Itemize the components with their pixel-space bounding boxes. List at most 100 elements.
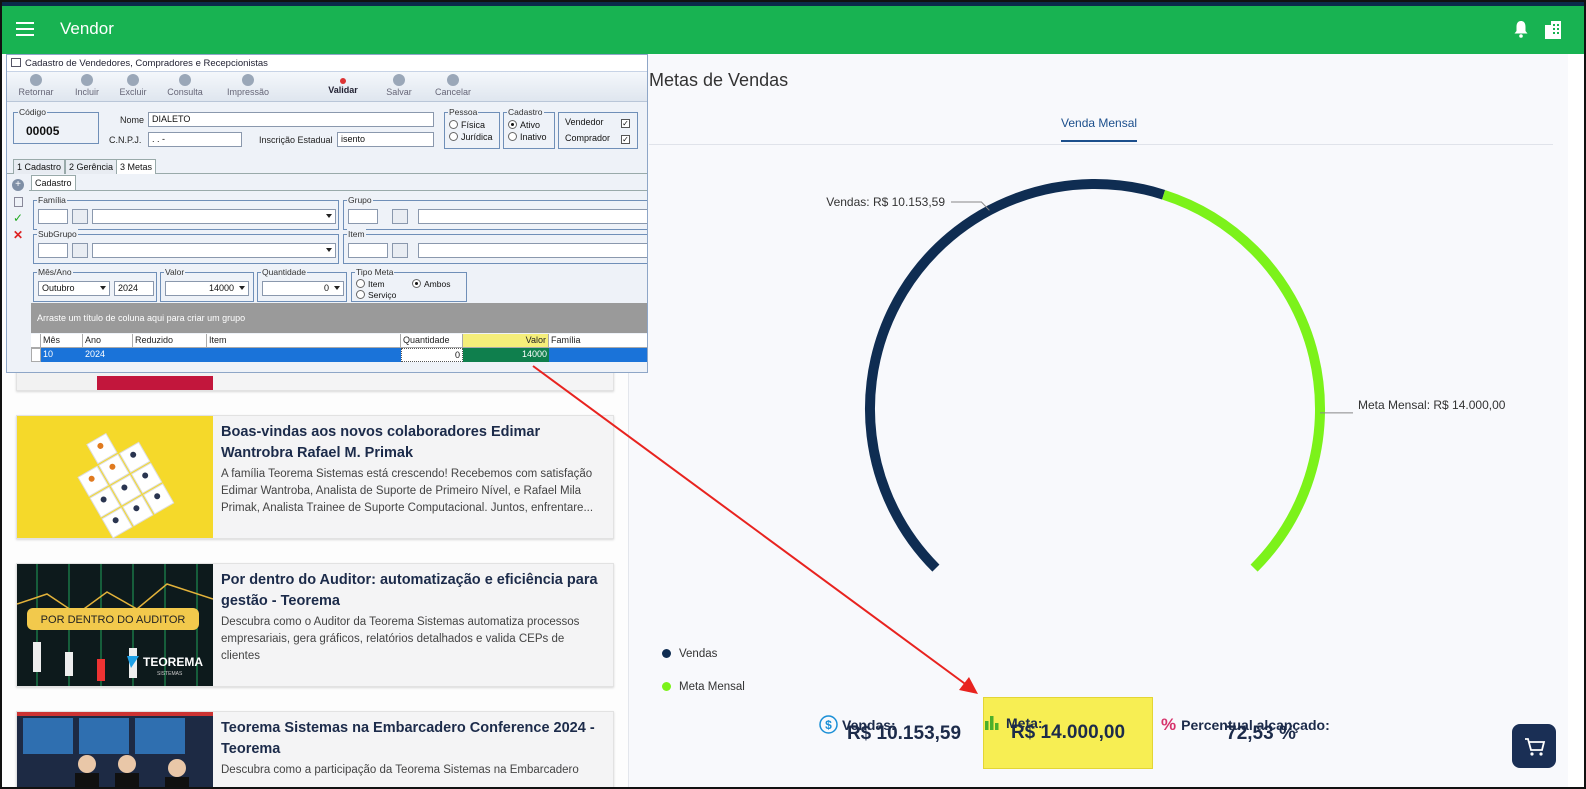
legend-item-vendas[interactable]: Vendas [662, 648, 717, 660]
grid-cell-reduzido[interactable] [133, 348, 207, 362]
toolbar-label: Validar [328, 85, 358, 95]
cadastro-caption: Cadastro [507, 107, 544, 117]
quantidade-caption: Quantidade [261, 267, 307, 277]
toolbar-label: Consulta [167, 87, 203, 97]
item-select[interactable] [418, 243, 647, 258]
subgrupo-search-button[interactable] [72, 243, 88, 258]
gauge-goal-label: Meta Mensal: R$ 14.000,00 [1358, 398, 1506, 412]
radio-inativo[interactable]: Inativo [508, 132, 547, 142]
grupo-select[interactable] [418, 209, 647, 224]
stat-vendas-label: Vendas: [842, 717, 896, 733]
grid-header-mes[interactable]: Mês [41, 334, 83, 348]
ano-stepper[interactable]: 2024 [114, 281, 154, 296]
legacy-register-window: Cadastro de Vendedores, Compradores e Re… [6, 54, 648, 373]
news-card[interactable]: Boas-vindas aos novos colaboradores Edim… [16, 415, 614, 539]
app-top-bar: Vendor [2, 2, 1584, 54]
vendedor-checkbox[interactable]: ✓ [621, 119, 630, 128]
grid-cell-mes[interactable]: 10 [41, 348, 83, 362]
news-thumbnail [17, 712, 213, 787]
toolbar-cancelar-button[interactable]: Cancelar [431, 74, 475, 97]
radio-ativo[interactable]: Ativo [508, 120, 540, 130]
subgrupo-select[interactable] [92, 243, 336, 258]
news-title[interactable]: Teorema Sistemas na Embarcadero Conferen… [221, 718, 606, 760]
check-icon[interactable]: ✓ [13, 211, 23, 225]
cart-button[interactable] [1512, 724, 1556, 768]
menu-icon[interactable] [16, 22, 34, 36]
group-by-hint: Arraste um título de coluna aqui para cr… [31, 303, 647, 333]
toolbar-impressao-button[interactable]: Impressão [221, 74, 275, 97]
legend-item-meta-mensal[interactable]: Meta Mensal [662, 681, 745, 693]
toolbar-incluir-button[interactable]: Incluir [69, 74, 105, 97]
news-card[interactable]: Teorema Sistemas na Embarcadero Conferen… [16, 711, 614, 787]
validate-icon [340, 78, 346, 84]
grid-header-valor[interactable]: Valor [463, 334, 549, 348]
grid-header-quantidade[interactable]: Quantidade [401, 334, 463, 348]
close-icon[interactable]: ✕ [13, 228, 23, 242]
pessoa-caption: Pessoa [448, 107, 479, 117]
radio-item[interactable]: Item [356, 279, 385, 289]
trash-icon[interactable] [14, 197, 23, 207]
radio-label: Ambos [424, 279, 451, 289]
grid-cell-item[interactable] [207, 348, 401, 362]
toolbar-label: Cancelar [434, 87, 472, 97]
comprador-checkbox[interactable]: ✓ [621, 135, 630, 144]
radio-label: Física [461, 120, 486, 130]
stat-label: Meta: [984, 714, 1043, 731]
building-icon[interactable] [1544, 20, 1562, 39]
ie-field[interactable]: isento [337, 132, 434, 147]
grid-header-reduzido[interactable]: Reduzido [133, 334, 207, 348]
familia-search-button[interactable] [72, 209, 88, 224]
grid-header-item[interactable]: Item [207, 334, 401, 348]
familia-code-field[interactable] [38, 209, 68, 224]
grid-cell-quantidade[interactable]: 0 [401, 348, 463, 362]
tab-gerencia[interactable]: 2 Gerência [65, 159, 118, 174]
mes-select[interactable]: Outubro [38, 281, 110, 296]
grupo-code-field[interactable] [348, 209, 378, 224]
stat-label: % Percentual alcançado: [1161, 715, 1330, 735]
quantidade-field[interactable]: 0 [262, 281, 344, 296]
grid-cell-ano[interactable]: 2024 [83, 348, 133, 362]
news-card[interactable]: POR DENTRO DO AUDITOR TEOREMA SISTEMAS P… [16, 563, 614, 687]
toolbar-consulta-button[interactable]: Consulta [163, 74, 207, 97]
news-title[interactable]: Por dentro do Auditor: automatização e e… [221, 570, 606, 612]
quantidade-group: Quantidade 0 [257, 267, 347, 302]
radio-ambos[interactable]: Ambos [412, 279, 450, 289]
news-thumbnail: POR DENTRO DO AUDITOR TEOREMA SISTEMAS [17, 564, 213, 686]
window-icon [11, 58, 21, 67]
toolbar-label: Retornar [18, 87, 54, 97]
screen: Vendor Boas-vindas aos novos colaborador… [0, 0, 1586, 789]
grid-header-ano[interactable]: Ano [83, 334, 133, 348]
nome-field[interactable]: DIALETO [148, 112, 434, 127]
radio-label: Inativo [520, 132, 547, 142]
radio-fisica[interactable]: Física [449, 120, 485, 130]
grid-row-indicator[interactable] [31, 348, 41, 362]
grupo-search-button[interactable] [392, 209, 408, 224]
toolbar-salvar-button[interactable]: Salvar [381, 74, 417, 97]
add-icon[interactable]: + [12, 179, 24, 191]
toolbar-excluir-button[interactable]: Excluir [115, 74, 151, 97]
bell-icon[interactable] [1513, 20, 1529, 38]
tab-cadastro[interactable]: 1 Cadastro [13, 159, 66, 174]
tipo-meta-caption: Tipo Meta [355, 267, 395, 277]
grid-header-familia[interactable]: Família [549, 334, 647, 348]
subgrupo-code-field[interactable] [38, 243, 68, 258]
thumbnail-brand-text: TEOREMA [143, 655, 203, 669]
radio-servico[interactable]: Serviço [356, 290, 396, 300]
cnpj-field[interactable]: . . - [148, 132, 242, 147]
valor-field[interactable]: 14000 [165, 281, 249, 296]
news-title[interactable]: Boas-vindas aos novos colaboradores Edim… [221, 422, 606, 464]
legend-dot [662, 682, 671, 691]
grid-cell-valor[interactable]: 14000 [463, 348, 549, 362]
toolbar-retornar-button[interactable]: Retornar [15, 74, 57, 97]
familia-select[interactable] [92, 209, 336, 224]
item-search-button[interactable] [392, 243, 408, 258]
toolbar-validar-button[interactable]: Validar [323, 74, 363, 95]
vendedor-label: Vendedor [565, 117, 604, 127]
item-code-field[interactable] [348, 243, 388, 258]
grid-cell-familia[interactable] [549, 348, 647, 362]
tab-metas[interactable]: 3 Metas [116, 159, 157, 174]
radio-juridica[interactable]: Jurídica [449, 132, 493, 142]
tab-venda-mensal[interactable]: Venda Mensal [1061, 116, 1138, 142]
top-strip [2, 2, 1584, 6]
subtab-cadastro[interactable]: Cadastro [31, 175, 76, 190]
